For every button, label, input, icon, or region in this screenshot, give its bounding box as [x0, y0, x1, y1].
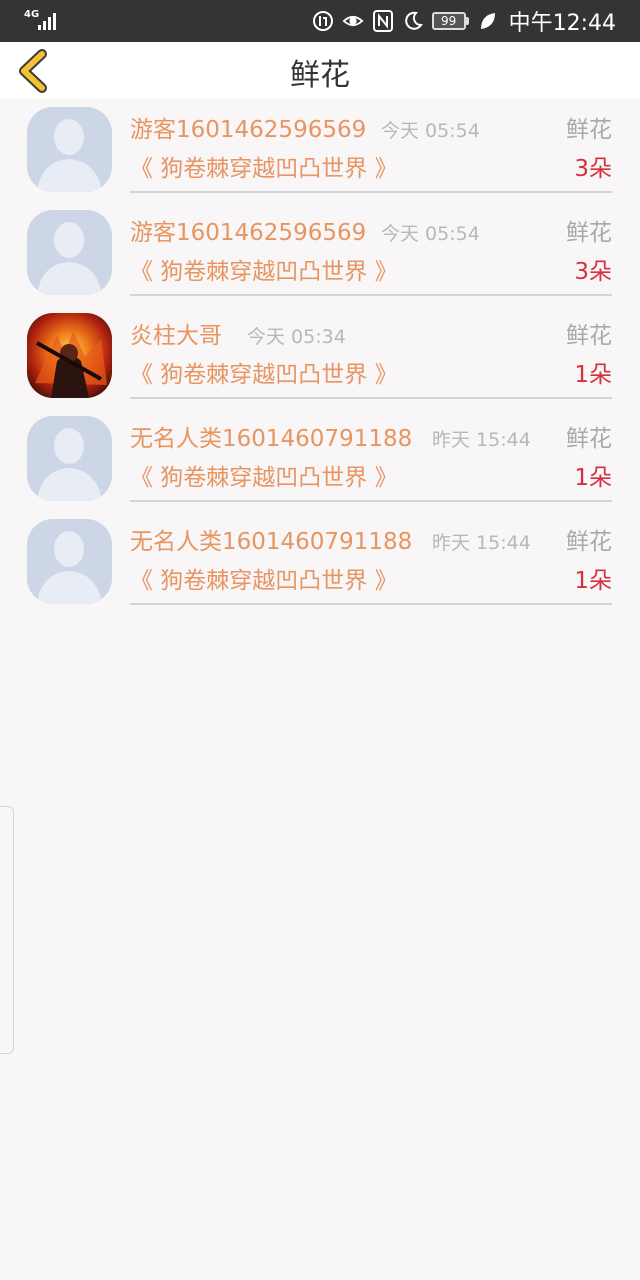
user-name: 无名人类1601460791188 — [130, 426, 413, 452]
book-title-link[interactable]: 《 狗卷棘穿越凹凸世界 》 — [130, 463, 398, 493]
gift-type: 鲜花 — [566, 426, 612, 452]
divider — [130, 603, 612, 605]
status-bar: 4G 99 中午12:44 — [0, 0, 640, 42]
list-item[interactable]: 炎柱大哥 今天 05:34 鲜花 《 狗卷棘穿越凹凸世界 》 1朵 — [0, 304, 640, 407]
divider — [130, 397, 612, 399]
list-item[interactable]: 无名人类1601460791188 昨天 15:44 鲜花 《 狗卷棘穿越凹凸世… — [0, 407, 640, 510]
nav-bar: 鲜花 — [0, 42, 640, 98]
timestamp: 昨天 15:44 — [432, 429, 531, 451]
status-icons: 99 中午12:44 — [312, 6, 616, 36]
battery-icon: 99 — [431, 12, 469, 30]
divider — [130, 500, 612, 502]
eye-comfort-icon — [342, 10, 364, 32]
list-item[interactable]: 游客1601462596569 今天 05:54 鲜花 《 狗卷棘穿越凹凸世界 … — [0, 201, 640, 304]
default-avatar-icon — [27, 416, 112, 501]
flower-count: 1朵 — [574, 362, 612, 388]
avatar[interactable] — [27, 313, 112, 398]
custom-avatar-image — [27, 313, 112, 398]
battery-level: 99 — [431, 12, 466, 30]
gift-type: 鲜花 — [566, 529, 612, 555]
timestamp: 今天 05:54 — [381, 223, 480, 245]
flower-count: 1朵 — [574, 465, 612, 491]
network-type: 4G — [24, 9, 40, 20]
user-name: 游客1601462596569 — [130, 220, 367, 246]
nfc-icon — [372, 10, 394, 32]
default-avatar-icon — [27, 519, 112, 604]
flower-list: 游客1601462596569 今天 05:54 鲜花 《 狗卷棘穿越凹凸世界 … — [0, 98, 640, 613]
gift-type: 鲜花 — [566, 220, 612, 246]
gift-type: 鲜花 — [566, 117, 612, 143]
timestamp: 今天 05:34 — [247, 326, 346, 348]
book-title-link[interactable]: 《 狗卷棘穿越凹凸世界 》 — [130, 566, 398, 596]
default-avatar-icon — [27, 107, 112, 192]
user-name: 炎柱大哥 — [130, 323, 222, 349]
default-avatar-icon — [27, 210, 112, 295]
flower-count: 3朵 — [574, 259, 612, 285]
book-title-link[interactable]: 《 狗卷棘穿越凹凸世界 》 — [130, 257, 398, 287]
book-title-link[interactable]: 《 狗卷棘穿越凹凸世界 》 — [130, 154, 398, 184]
avatar[interactable] — [27, 416, 112, 501]
avatar[interactable] — [27, 519, 112, 604]
gift-type: 鲜花 — [566, 323, 612, 349]
data-saver-icon — [312, 10, 334, 32]
user-name: 无名人类1601460791188 — [130, 529, 413, 555]
floating-side-handle[interactable] — [0, 806, 14, 1054]
divider — [130, 294, 612, 296]
flower-count: 1朵 — [574, 568, 612, 594]
clock: 中午12:44 — [508, 11, 616, 36]
list-item[interactable]: 游客1601462596569 今天 05:54 鲜花 《 狗卷棘穿越凹凸世界 … — [0, 98, 640, 201]
timestamp: 今天 05:54 — [381, 120, 480, 142]
leaf-icon — [477, 10, 499, 32]
signal-icon — [38, 13, 56, 30]
page-title: 鲜花 — [290, 58, 350, 93]
timestamp: 昨天 15:44 — [432, 532, 531, 554]
divider — [130, 191, 612, 193]
list-item[interactable]: 无名人类1601460791188 昨天 15:44 鲜花 《 狗卷棘穿越凹凸世… — [0, 510, 640, 613]
moon-icon — [402, 10, 424, 32]
book-title-link[interactable]: 《 狗卷棘穿越凹凸世界 》 — [130, 360, 398, 390]
flower-count: 3朵 — [574, 156, 612, 182]
user-name: 游客1601462596569 — [130, 117, 367, 143]
avatar[interactable] — [27, 107, 112, 192]
avatar[interactable] — [27, 210, 112, 295]
